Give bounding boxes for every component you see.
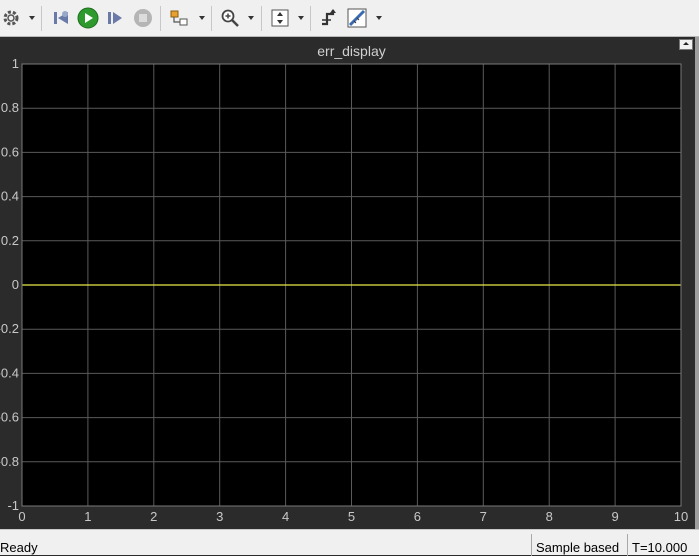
y-tick-label: -0.2 (0, 321, 19, 336)
highlight-block-icon[interactable] (168, 6, 190, 30)
x-tick-label: 2 (150, 509, 157, 524)
stop-icon[interactable] (132, 6, 154, 30)
status-time: T=10.000 (627, 534, 699, 556)
x-tick-label: 0 (18, 509, 25, 524)
y-tick-label: -0.4 (0, 365, 19, 380)
signal-trigger-icon[interactable] (318, 6, 340, 30)
status-sample-mode-text: Sample based (536, 540, 620, 555)
toolbar-divider (41, 6, 42, 31)
vertical-scrollbar[interactable] (695, 37, 699, 529)
y-tick-label: 0 (12, 277, 19, 292)
x-tick-label: 10 (674, 509, 688, 524)
toolbar (0, 0, 699, 37)
y-tick-label: -1 (7, 498, 19, 513)
settings-icon[interactable] (0, 6, 22, 30)
scope-axes[interactable]: 0 1 2 3 4 5 6 7 8 9 10 1 0.8 0.6 0.4 0.2 0 -0.2 -0.4 -0.6 -0… (0, 37, 699, 529)
status-bar: Ready Sample based T=10.000 (0, 529, 699, 556)
y-tick-label: 0.6 (1, 144, 19, 159)
y-tick-label: 0.4 (1, 189, 19, 204)
zoom-in-icon[interactable] (219, 6, 241, 30)
y-tick-label: 0.8 (1, 100, 19, 115)
x-tick-label: 7 (480, 509, 487, 524)
scale-axes-icon[interactable] (269, 6, 291, 30)
status-ready-text: Ready (0, 540, 38, 555)
x-tick-label: 8 (546, 509, 553, 524)
y-tick-label: -0.8 (0, 454, 19, 469)
measurements-icon[interactable] (346, 6, 368, 30)
x-tick-label: 6 (414, 509, 421, 524)
status-sample-mode: Sample based (531, 534, 627, 556)
x-tick-label: 5 (348, 509, 355, 524)
zoom-dropdown-icon[interactable] (248, 16, 254, 20)
toolbar-divider (261, 6, 262, 31)
y-tick-label: 0.2 (1, 233, 19, 248)
x-tick-label: 1 (84, 509, 91, 524)
toolbar-divider (160, 6, 161, 31)
x-tick-label: 3 (216, 509, 223, 524)
step-forward-icon[interactable] (104, 6, 126, 30)
y-tick-label: 1 (12, 56, 19, 71)
settings-dropdown-icon[interactable] (29, 16, 35, 20)
status-time-text: T=10.000 (632, 540, 688, 555)
y-tick-label: -0.6 (0, 410, 19, 425)
x-tick-label: 9 (611, 509, 618, 524)
x-tick-label: 4 (282, 509, 289, 524)
toolbar-divider (310, 6, 311, 31)
measurements-dropdown-icon[interactable] (376, 16, 382, 20)
scale-axes-dropdown-icon[interactable] (298, 16, 304, 20)
highlight-dropdown-icon[interactable] (199, 16, 205, 20)
run-icon[interactable] (77, 6, 99, 30)
step-back-icon[interactable] (50, 6, 72, 30)
toolbar-divider (211, 6, 212, 31)
